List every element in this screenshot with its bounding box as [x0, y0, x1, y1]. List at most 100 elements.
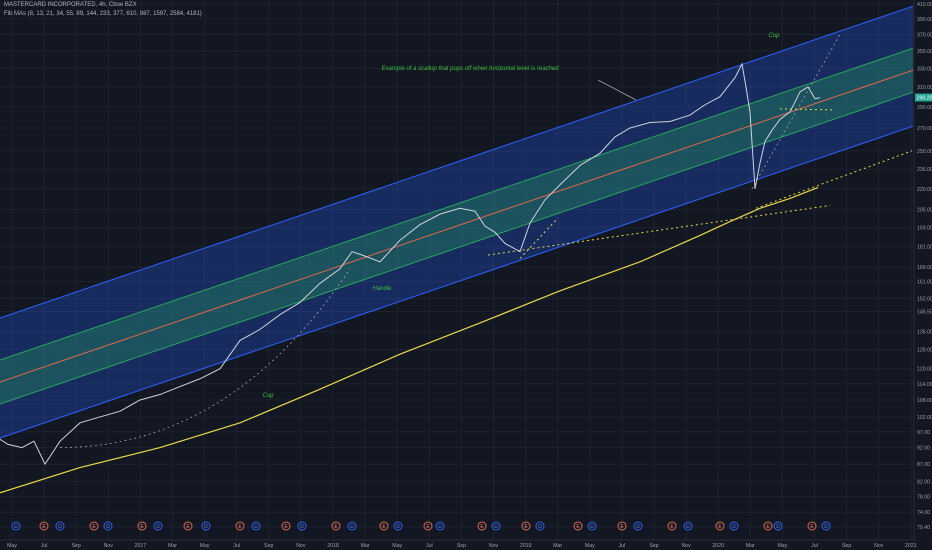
price-tick-label: 97.00	[917, 430, 930, 436]
event-marker: E	[423, 521, 433, 531]
event-marker-label: D	[106, 524, 110, 530]
price-tick-label: 390.00	[917, 17, 932, 23]
event-marker-label: D	[494, 524, 498, 530]
event-marker: D	[535, 521, 545, 531]
price-tick-label: 152.00	[917, 297, 932, 303]
event-marker: E	[281, 521, 291, 531]
time-tick-label: Jul	[426, 543, 433, 549]
price-tick-label: 136.00	[917, 330, 932, 336]
time-tick-label: 2020	[712, 543, 724, 549]
price-tick-label: 145.50	[917, 310, 932, 316]
time-tick-label: Sep	[649, 543, 658, 549]
price-tick-label: 181.00	[917, 245, 932, 251]
time-tick-label: Mar	[746, 543, 755, 549]
event-marker: E	[715, 521, 725, 531]
price-tick-label: 78.00	[917, 495, 930, 501]
price-tick-label: 205.00	[917, 208, 932, 214]
symbol-title[interactable]: MASTERCARD INCORPORATED, 4h, Cboe BZX	[4, 2, 137, 8]
event-marker-label: D	[204, 524, 208, 530]
price-tick-label: 74.00	[917, 510, 930, 516]
event-marker-label: D	[396, 524, 400, 530]
event-marker: E	[521, 521, 531, 531]
price-tick-label: 128.00	[917, 348, 932, 354]
price-tick-label: 70.40	[917, 525, 930, 531]
channel-midline	[0, 69, 913, 383]
event-marker-label: D	[58, 524, 62, 530]
event-marker: D	[821, 521, 831, 531]
price-tick-label: 87.00	[917, 462, 930, 468]
time-tick-label: 2018	[327, 543, 339, 549]
price-tick-label: 330.00	[917, 66, 932, 72]
channel-inner-border	[0, 47, 913, 361]
event-marker: E	[667, 521, 677, 531]
price-tick-label: 250.00	[917, 149, 932, 155]
price-tick-label: 350.00	[917, 49, 932, 55]
time-tick-label: May	[777, 543, 787, 549]
event-marker: D	[11, 521, 21, 531]
time-tick-label: Jul	[811, 543, 818, 549]
price-tick-label: 235.00	[917, 167, 932, 173]
event-marker: D	[201, 521, 211, 531]
time-tick-label: Sep	[72, 543, 81, 549]
event-marker-label: D	[300, 524, 304, 530]
price-tick-label: 108.00	[917, 398, 932, 404]
time-tick-label: Mar	[361, 543, 370, 549]
event-marker-label: D	[824, 524, 828, 530]
annotation-text: Handle	[372, 286, 392, 292]
price-tick-label: 270.00	[917, 126, 932, 132]
price-tick-label: 161.00	[917, 279, 932, 285]
price-chart[interactable]: Example of a scallop that pops off when …	[0, 0, 932, 550]
price-tick-label: 410.00	[917, 2, 932, 8]
price-tick-label: 114.00	[917, 382, 932, 388]
time-tick-label: Jul	[233, 543, 240, 549]
event-marker-label: D	[590, 524, 594, 530]
time-tick-label: Mar	[168, 543, 177, 549]
event-marker: E	[379, 521, 389, 531]
annotation-text: Cup	[768, 33, 780, 39]
event-marker: D	[103, 521, 113, 531]
time-tick-label: Jul	[619, 543, 626, 549]
channel-inner-border	[0, 91, 913, 405]
price-tick-label: 102.00	[917, 415, 932, 421]
event-marker: D	[587, 521, 597, 531]
price-tick-label: 120.00	[917, 367, 932, 373]
indicator-label[interactable]: Fib MAs (8, 13, 21, 34, 55, 89, 144, 233…	[4, 11, 202, 17]
time-tick-label: Nov	[489, 543, 499, 549]
price-tick-label: 82.00	[917, 480, 930, 486]
time-tick-label: 2017	[135, 543, 147, 549]
price-tick-label: 370.00	[917, 32, 932, 38]
price-tick-label: 290.00	[917, 105, 932, 111]
annotation-text: Example of a scallop that pops off when …	[381, 66, 559, 72]
price-tick-label: 92.00	[917, 446, 930, 452]
time-tick-label: Nov	[296, 543, 306, 549]
event-marker: D	[633, 521, 643, 531]
event-marker: E	[39, 521, 49, 531]
event-marker-label: D	[732, 524, 736, 530]
time-tick-label: Mar	[553, 543, 562, 549]
event-marker-label: D	[776, 524, 780, 530]
time-tick-label: Jul	[41, 543, 48, 549]
event-marker-label: D	[538, 524, 542, 530]
event-marker: D	[251, 521, 261, 531]
event-marker-label: D	[438, 524, 442, 530]
event-marker: D	[153, 521, 163, 531]
event-marker: E	[763, 521, 773, 531]
annotation-arrow	[597, 79, 637, 101]
price-tick-label: 220.00	[917, 187, 932, 193]
time-tick-label: Nov	[104, 543, 114, 549]
event-marker: E	[183, 521, 193, 531]
event-marker: D	[55, 521, 65, 531]
annotation-text: Cup	[262, 393, 274, 399]
plot-area: Example of a scallop that pops off when …	[0, 0, 913, 540]
time-tick-label: May	[200, 543, 210, 549]
event-marker: E	[573, 521, 583, 531]
time-tick-label: May	[7, 543, 17, 549]
event-marker-label: D	[686, 524, 690, 530]
time-tick-label: May	[585, 543, 595, 549]
price-tick-label: 193.00	[917, 226, 932, 232]
event-marker: E	[137, 521, 147, 531]
event-marker: E	[89, 521, 99, 531]
event-marker-label: D	[350, 524, 354, 530]
time-tick-label: 2019	[520, 543, 532, 549]
event-marker: D	[393, 521, 403, 531]
